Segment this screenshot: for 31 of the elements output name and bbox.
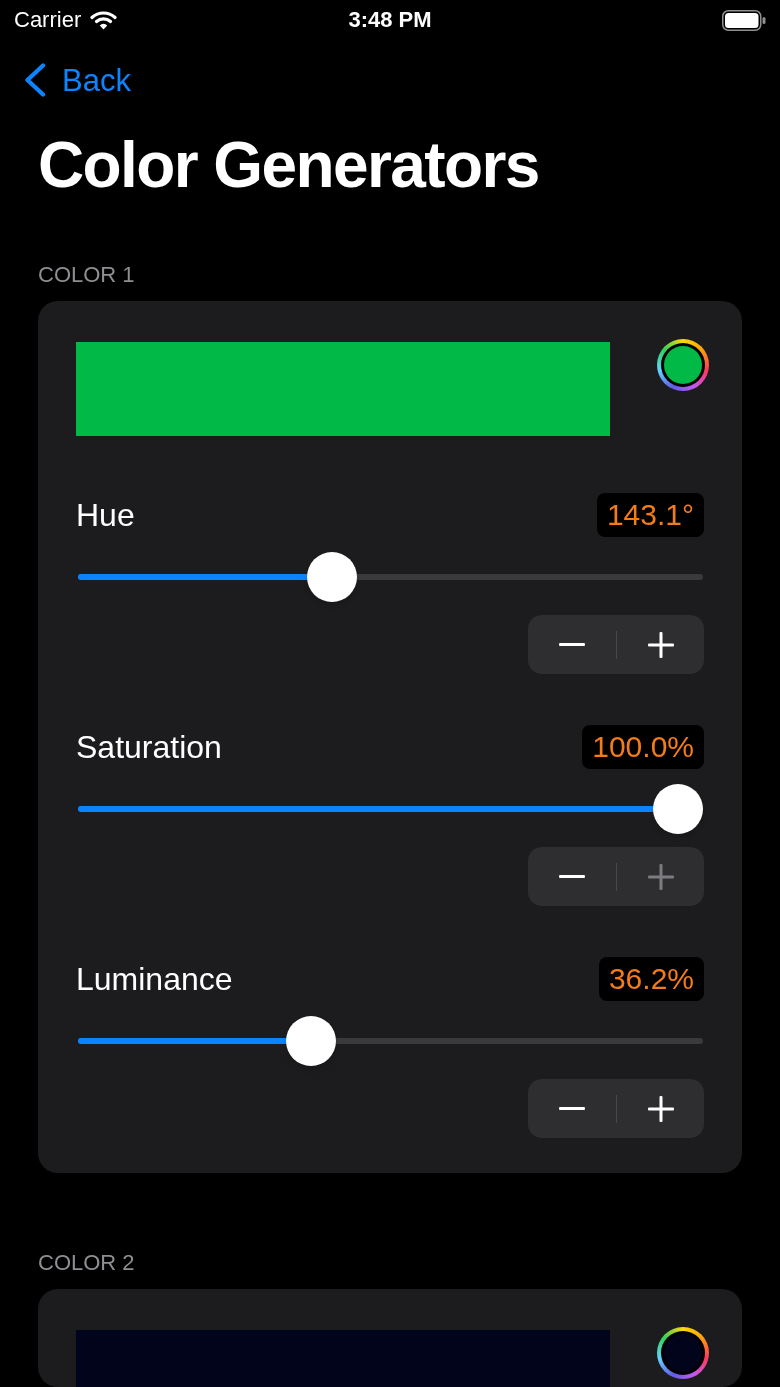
value-readout: 100.0% xyxy=(582,725,704,769)
wifi-icon xyxy=(90,10,118,30)
slider-thumb[interactable] xyxy=(306,552,357,602)
value-readout: 143.1° xyxy=(596,493,704,537)
slider-thumb[interactable] xyxy=(286,1016,337,1066)
section-header: COLOR 1 xyxy=(38,264,136,286)
carrier-label: Carrier xyxy=(14,9,82,31)
status-time: 3:48 PM xyxy=(348,9,432,31)
plus-icon xyxy=(647,1095,674,1122)
slider-label: Hue xyxy=(76,499,135,531)
increment-button[interactable] xyxy=(617,615,704,674)
color-wheel-icon[interactable] xyxy=(657,339,709,391)
slider-thumb[interactable] xyxy=(653,784,703,834)
slider-label: Saturation xyxy=(76,731,222,763)
back-button[interactable]: Back xyxy=(24,63,131,97)
slider[interactable] xyxy=(76,552,704,602)
minus-icon xyxy=(559,1107,585,1110)
slider-label: Luminance xyxy=(76,963,233,995)
minus-icon xyxy=(559,643,585,646)
increment-button[interactable] xyxy=(617,1079,704,1138)
section-header: COLOR 2 xyxy=(38,1252,136,1274)
minus-icon xyxy=(559,875,585,878)
plus-icon xyxy=(647,631,674,658)
color-wheel-icon[interactable] xyxy=(657,1327,709,1379)
page-title: Color Generators xyxy=(38,133,540,197)
slider[interactable] xyxy=(76,784,704,834)
plus-icon xyxy=(647,863,674,890)
chevron-icon xyxy=(24,63,46,97)
slider[interactable] xyxy=(76,1016,704,1066)
value-readout: 36.2% xyxy=(598,957,704,1001)
battery-icon xyxy=(722,9,766,31)
